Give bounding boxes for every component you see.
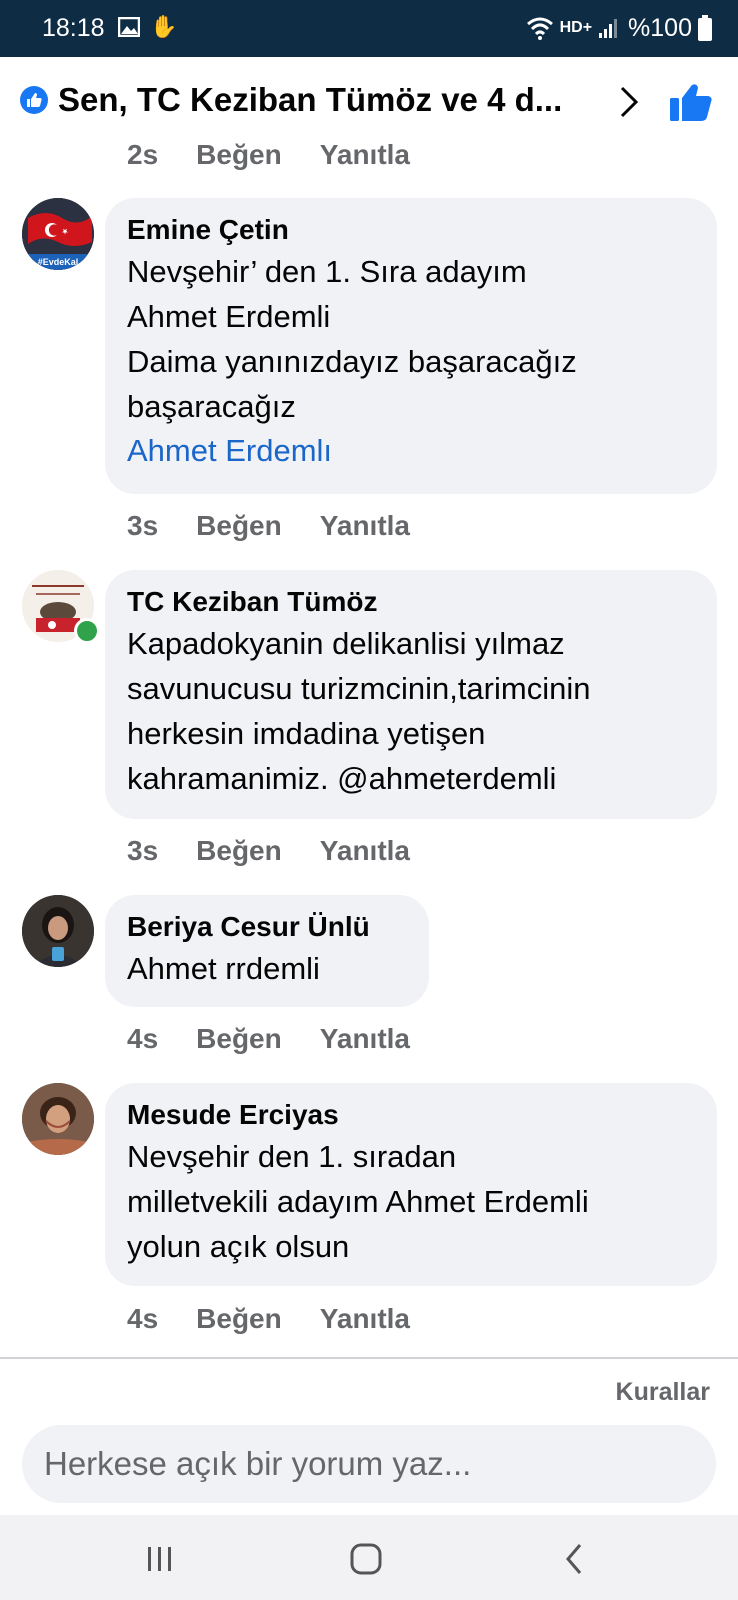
status-bar: 18:18 ✋ HD+ %100 <box>0 0 738 57</box>
chevron-right-icon[interactable] <box>618 85 640 119</box>
signal-icon <box>599 19 618 38</box>
avatar[interactable] <box>22 1083 94 1155</box>
battery-percent: %100 <box>628 13 692 42</box>
comment-time: 3s <box>127 510 159 541</box>
recent-apps-icon <box>148 1547 171 1571</box>
back-icon <box>566 1544 582 1574</box>
comment-time: 3s <box>127 835 159 866</box>
rules-link[interactable]: Kurallar <box>616 1378 710 1407</box>
reply-link[interactable]: Yanıtla <box>320 1023 410 1055</box>
like-link[interactable]: Beğen <box>196 510 282 542</box>
mention-link[interactable]: Ahmet Erdemlı <box>127 429 695 472</box>
comment-time: 4s <box>127 1023 159 1054</box>
comment-author[interactable]: TC Keziban Tümöz <box>127 583 695 621</box>
comment-text: Nevşehir’ den 1. Sıra adayım Ahmet Erdem… <box>127 254 577 424</box>
gallery-icon <box>118 17 140 37</box>
avatar[interactable]: #EvdeKal <box>22 198 94 270</box>
comment-actions: 4s Beğen Yanıtla <box>127 1021 448 1057</box>
online-status-indicator <box>74 618 100 644</box>
avatar-image <box>22 1083 94 1155</box>
like-icon[interactable] <box>670 83 712 121</box>
reply-link[interactable]: Yanıtla <box>320 1303 410 1335</box>
divider <box>0 1357 738 1359</box>
like-link[interactable]: Beğen <box>196 1303 282 1335</box>
status-time: 18:18 <box>42 14 105 42</box>
comment-time: 2s <box>127 139 159 170</box>
reactions-header[interactable]: Sen, TC Keziban Tümöz ve 4 d... <box>0 57 738 147</box>
recent-apps-button[interactable] <box>130 1539 190 1579</box>
back-button[interactable] <box>544 1539 604 1579</box>
home-icon <box>350 1543 382 1575</box>
home-button[interactable] <box>336 1539 396 1579</box>
avatar[interactable] <box>22 895 94 967</box>
avatar-image <box>22 895 94 967</box>
wifi-icon <box>526 17 553 40</box>
comment-author[interactable]: Mesude Erciyas <box>127 1096 695 1134</box>
comment-actions: 3s Beğen Yanıtla <box>127 508 448 544</box>
comment-input[interactable]: Herkese açık bir yorum yaz... <box>22 1425 716 1503</box>
system-navigation-bar <box>0 1515 738 1600</box>
flag-avatar-image: #EvdeKal <box>22 198 94 270</box>
svg-text:#EvdeKal: #EvdeKal <box>38 257 79 267</box>
comment-bubble[interactable]: TC Keziban Tümöz Kapadokyanin delikanlis… <box>105 570 717 819</box>
comment-author[interactable]: Beriya Cesur Ünlü <box>127 908 407 946</box>
comment-bubble[interactable]: Mesude Erciyas Nevşehir den 1. sıradan m… <box>105 1083 717 1286</box>
comment-text: Kapadokyanin delikanlisi yılmaz savunucu… <box>127 626 591 796</box>
comment-text: Nevşehir den 1. sıradan milletvekili ada… <box>127 1139 589 1264</box>
comment-time: 4s <box>127 1303 159 1334</box>
like-link[interactable]: Beğen <box>196 835 282 867</box>
network-type: HD+ <box>559 19 593 36</box>
comment-actions: 4s Beğen Yanıtla <box>127 1301 448 1337</box>
comment-input-placeholder: Herkese açık bir yorum yaz... <box>44 1445 472 1482</box>
like-link[interactable]: Beğen <box>196 139 282 171</box>
comment-author[interactable]: Emine Çetin <box>127 211 695 249</box>
comment-bubble[interactable]: Emine Çetin Nevşehir’ den 1. Sıra adayım… <box>105 198 717 494</box>
like-link[interactable]: Beğen <box>196 1023 282 1055</box>
reply-link[interactable]: Yanıtla <box>320 510 410 542</box>
reply-link[interactable]: Yanıtla <box>320 835 410 867</box>
comment-actions: 2s Beğen Yanıtla <box>127 137 448 173</box>
comment-text: Ahmet rrdemli <box>127 951 320 986</box>
battery-icon <box>698 15 712 41</box>
reply-link[interactable]: Yanıtla <box>320 139 410 171</box>
comment-bubble[interactable]: Beriya Cesur Ünlü Ahmet rrdemli <box>105 895 429 1007</box>
reactions-summary[interactable]: Sen, TC Keziban Tümöz ve 4 d... <box>58 81 598 119</box>
comment-actions: 3s Beğen Yanıtla <box>127 833 448 869</box>
accessibility-icon: ✋ <box>150 14 178 39</box>
like-icon <box>20 86 48 114</box>
